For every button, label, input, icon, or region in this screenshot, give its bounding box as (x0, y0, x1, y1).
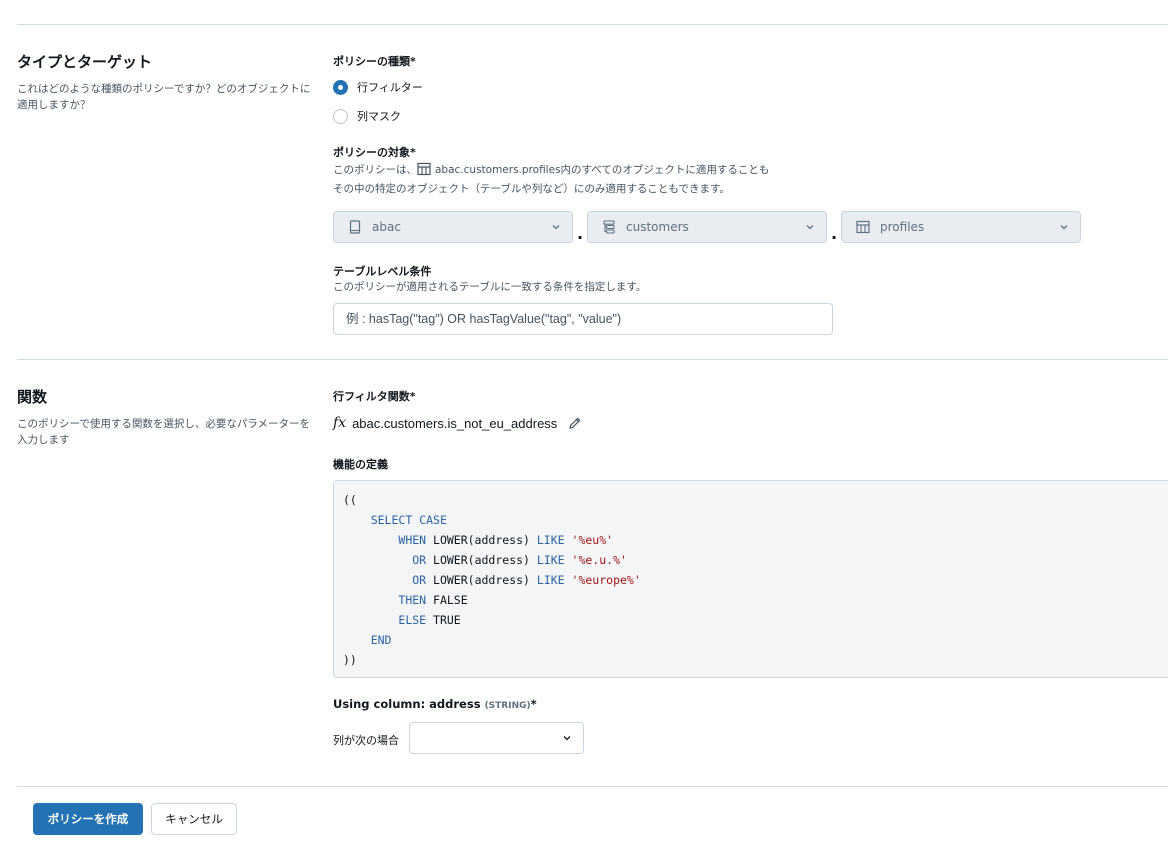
type-target-description: これはどのような種類のポリシーですか？どのオブジェクトに適用しますか？ (17, 83, 311, 111)
code-line: WHEN LOWER(address) LIKE '%eu%' (343, 530, 1168, 550)
code-text: )) (343, 653, 357, 667)
column-condition-select[interactable] (409, 722, 584, 754)
functions-title: 関数 (17, 388, 48, 406)
code-string: '%e.u.%' (571, 553, 627, 567)
path-separator: . (831, 224, 838, 243)
table-icon (855, 219, 871, 235)
footer-divider (17, 786, 1168, 787)
pencil-icon[interactable] (567, 415, 583, 431)
schema-icon (601, 219, 617, 235)
code-keyword: LIKE (536, 553, 565, 567)
code-line: OR LOWER(address) LIKE '%e.u.%' (343, 550, 1168, 570)
code-text: (( (343, 493, 357, 507)
function-icon: fx (333, 415, 347, 431)
catalog-select[interactable]: abac (333, 211, 573, 243)
code-keyword: OR (412, 573, 427, 587)
column-condition-label: 列が次の場合 (333, 734, 399, 747)
code-keyword: LIKE (536, 573, 565, 587)
row-filter-function-label: 行フィルタ関数* (333, 390, 416, 403)
chevron-down-icon (804, 221, 816, 233)
catalog-icon (347, 219, 363, 235)
radio-checked-icon[interactable] (333, 79, 348, 95)
code-text: LOWER(address) (426, 533, 537, 547)
table-select-value: profiles (880, 220, 925, 234)
code-line: SELECT CASE (343, 510, 1168, 530)
table-condition-label: テーブルレベル条件 (333, 265, 432, 278)
radio-column-mask[interactable]: 列マスク (333, 108, 401, 124)
code-text: FALSE (426, 593, 468, 607)
code-line: )) (343, 650, 1168, 670)
target-help-prefix: このポリシーは、 (333, 164, 417, 176)
radio-label-row-filter: 行フィルター (357, 81, 423, 94)
policy-type-label: ポリシーの種類* (333, 55, 416, 68)
code-keyword: END (370, 633, 392, 647)
functions-description: このポリシーで使用する関数を選択し、必要なパラメーターを入力します (17, 418, 311, 446)
code-line: ELSE TRUE (343, 610, 1168, 630)
table-condition-input[interactable] (333, 303, 833, 335)
code-line: THEN FALSE (343, 590, 1168, 610)
radio-label-column-mask: 列マスク (357, 110, 401, 123)
top-divider (17, 24, 1168, 25)
radio-row-filter[interactable]: 行フィルター (333, 79, 423, 95)
policy-target-label: ポリシーの対象* (333, 146, 416, 159)
create-policy-button[interactable]: ポリシーを作成 (33, 803, 143, 835)
schema-select-value: customers (626, 220, 689, 234)
code-keyword: WHEN (398, 533, 427, 547)
function-row: fx abac.customers.is_not_eu_address (333, 415, 583, 431)
code-keyword: LIKE (536, 533, 565, 547)
using-column-text: Using column: address (333, 697, 481, 711)
table-select[interactable]: profiles (841, 211, 1081, 243)
code-text: LOWER(address) (426, 553, 537, 567)
function-definition-code: (( SELECT CASE WHEN LOWER(address) LIKE … (333, 480, 1168, 678)
path-separator: . (577, 224, 584, 243)
required-marker: * (530, 697, 537, 711)
code-text: TRUE (426, 613, 461, 627)
radio-unchecked-icon[interactable] (333, 108, 348, 124)
code-string: '%eu%' (571, 533, 614, 547)
code-line: OR LOWER(address) LIKE '%europe%' (343, 570, 1168, 590)
table-condition-help: このポリシーが適用されるテーブルに一致する条件を指定します。 (333, 281, 647, 293)
chevron-down-icon (1058, 221, 1070, 233)
table-icon (417, 162, 431, 181)
chevron-down-icon (562, 733, 572, 743)
target-help-line2: その中の特定のオブジェクト（テーブルや列など）にのみ適用することもできます。 (333, 183, 730, 195)
policy-target-help: このポリシーは、 abac.customers.profiles内のすべてのオブジ… (333, 162, 769, 197)
definition-label: 機能の定義 (333, 458, 388, 471)
catalog-select-value: abac (372, 220, 401, 234)
using-column-label: Using column: address (STRING) * (333, 697, 537, 711)
target-help-object: abac.customers.profiles (435, 164, 561, 176)
code-keyword: OR (412, 553, 427, 567)
code-keyword: THEN (398, 593, 427, 607)
chevron-down-icon (550, 221, 562, 233)
code-line: (( (343, 490, 1168, 510)
code-text: LOWER(address) (426, 573, 537, 587)
using-column-type: (STRING) (484, 701, 531, 711)
code-keyword: ELSE (398, 613, 427, 627)
type-target-title: タイプとターゲット (17, 53, 153, 71)
schema-select[interactable]: customers (587, 211, 827, 243)
target-help-suffix: 内のすべてのオブジェクトに適用することも (560, 164, 770, 176)
section-divider (17, 359, 1168, 360)
code-keyword: SELECT CASE (370, 513, 447, 527)
code-line: END (343, 630, 1168, 650)
cancel-button[interactable]: キャンセル (151, 803, 237, 835)
code-string: '%europe%' (571, 573, 641, 587)
function-name: abac.customers.is_not_eu_address (352, 415, 558, 431)
